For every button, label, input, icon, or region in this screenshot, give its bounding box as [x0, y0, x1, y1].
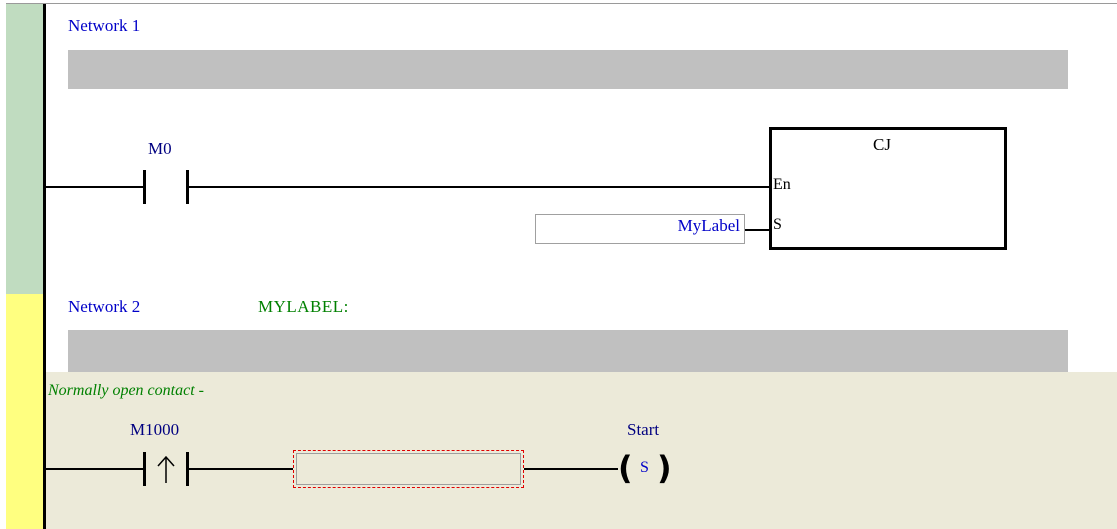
- cj-operand-value: MyLabel: [677, 216, 740, 235]
- operand-connector: [745, 229, 769, 231]
- network-1-title: Network 1: [68, 16, 141, 35]
- coil-set-symbol: S: [640, 459, 649, 476]
- network-2-comment[interactable]: Normally open contact -: [48, 382, 204, 400]
- rung-1-wire-right: [189, 186, 769, 188]
- ladder-editor[interactable]: Network 1 M0 CJ En S MyLabel Network 2 M…: [0, 0, 1117, 529]
- insert-position-inner: [296, 453, 521, 485]
- coil-left-paren[interactable]: (: [618, 452, 633, 484]
- coil-right-paren[interactable]: ): [657, 452, 672, 484]
- rising-edge-arrow-icon: [157, 455, 175, 483]
- cj-instruction-name: CJ: [873, 135, 891, 154]
- rung-2-wire-left: [46, 468, 143, 470]
- editor-top-border: [6, 3, 1117, 4]
- contact-m0-device: M0: [148, 139, 172, 158]
- network-2-label: MYLABEL:: [258, 297, 349, 316]
- network-1-comment-band[interactable]: [68, 50, 1068, 89]
- contact-m1000-device: M1000: [130, 420, 180, 439]
- contact-m0-left-bar[interactable]: [143, 170, 146, 204]
- network-2-margin[interactable]: [6, 294, 43, 529]
- left-power-rail: [43, 4, 46, 529]
- rung-1-wire-left: [46, 186, 143, 188]
- cj-en-pin: En: [773, 176, 791, 193]
- rung-2-wire-right: [524, 468, 618, 470]
- network-2-title: Network 2: [68, 297, 141, 316]
- rung-2-wire-mid: [189, 468, 293, 470]
- network-1-margin[interactable]: [6, 4, 43, 294]
- cj-s-pin: S: [773, 216, 782, 233]
- coil-start-device: Start: [627, 420, 660, 439]
- contact-m1000-left-bar[interactable]: [143, 452, 146, 486]
- network-2-comment-band[interactable]: [68, 330, 1068, 372]
- comment-area[interactable]: [46, 372, 1117, 529]
